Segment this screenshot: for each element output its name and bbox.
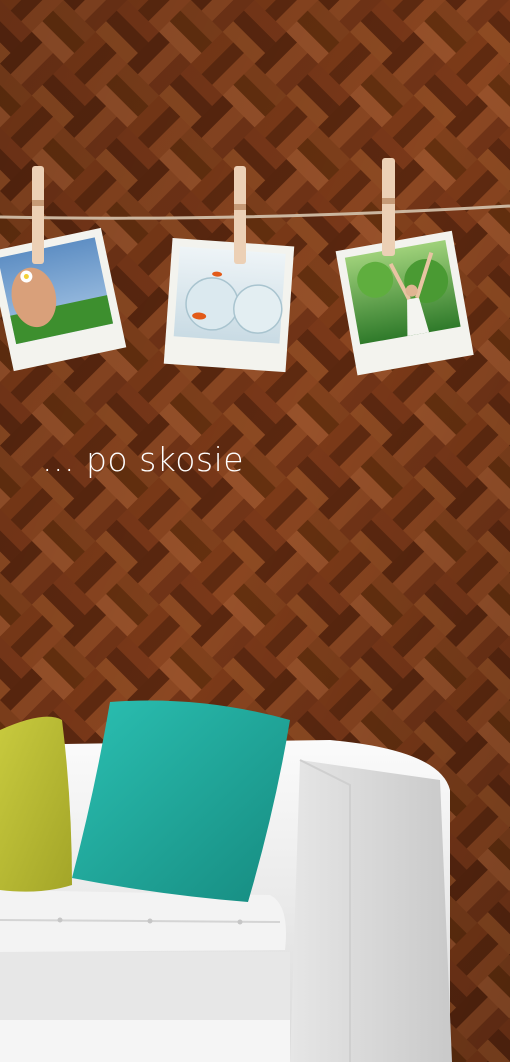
clothespin-2 (234, 166, 246, 264)
clothesline-photos (0, 158, 510, 376)
tagline: ... po skosie (42, 440, 245, 479)
polaroid-goldfish-bowls (163, 237, 295, 373)
clothespin-1 (32, 166, 44, 264)
sofa-arm (290, 760, 452, 1062)
polaroid-feet-on-grass (0, 227, 127, 372)
sofa-with-pillows (0, 700, 452, 1062)
pillow-yellow (0, 716, 72, 892)
polaroid-person-in-forest (335, 230, 474, 376)
ad-scene: ... po skosie (0, 0, 510, 1062)
clothespin-3 (382, 158, 395, 256)
clothesline-string (0, 204, 510, 220)
